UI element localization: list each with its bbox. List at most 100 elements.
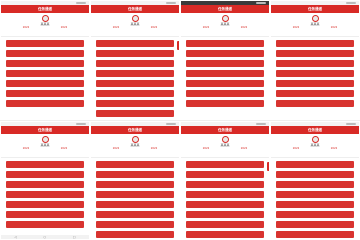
- phone-screen-7: 任务通道 某某某 2022 2022: [181, 122, 269, 239]
- task-button-1[interactable]: [186, 161, 264, 168]
- user-info-panel: 某某某 2022 2022: [181, 15, 269, 37]
- task-button-6[interactable]: [96, 90, 174, 97]
- task-button-3[interactable]: [276, 181, 354, 188]
- task-button-6[interactable]: [186, 90, 264, 97]
- task-button-1[interactable]: [186, 40, 264, 47]
- page-title: 任务通道: [308, 128, 322, 132]
- stats-row: 2022 2022: [91, 26, 179, 29]
- task-button-4[interactable]: [186, 191, 264, 198]
- task-button-5[interactable]: [186, 80, 264, 87]
- stats-row: 2022 2022: [181, 147, 269, 150]
- task-button-7[interactable]: [96, 221, 174, 228]
- task-button-8[interactable]: [96, 231, 174, 238]
- task-button-3[interactable]: [276, 60, 354, 67]
- task-button-1[interactable]: [276, 161, 354, 168]
- task-button-6[interactable]: [96, 211, 174, 218]
- task-button-4[interactable]: [6, 191, 84, 198]
- task-button-6[interactable]: [186, 211, 264, 218]
- task-button-6[interactable]: [6, 211, 84, 218]
- task-button-5[interactable]: [276, 201, 354, 208]
- avatar[interactable]: [131, 136, 139, 143]
- stat-left: 2022: [112, 147, 120, 150]
- task-button-7[interactable]: [186, 221, 264, 228]
- side-tab[interactable]: [177, 41, 179, 50]
- user-info-panel: 某某某 2022 2022: [1, 15, 89, 37]
- stat-left: 2022: [22, 26, 30, 29]
- task-button-4[interactable]: [276, 191, 354, 198]
- task-button-6[interactable]: [276, 211, 354, 218]
- top-bar: 任务通道: [181, 126, 269, 134]
- avatar[interactable]: [41, 15, 49, 22]
- avatar[interactable]: [131, 15, 139, 22]
- task-button-4[interactable]: [96, 70, 174, 77]
- task-button-2[interactable]: [96, 50, 174, 57]
- task-button-2[interactable]: [276, 50, 354, 57]
- page-title: 任务通道: [128, 7, 142, 11]
- task-button-3[interactable]: [96, 60, 174, 67]
- task-button-2[interactable]: [186, 171, 264, 178]
- task-button-8[interactable]: [276, 231, 354, 238]
- home-icon[interactable]: ○: [43, 235, 46, 239]
- task-button-7[interactable]: [6, 221, 84, 228]
- avatar[interactable]: [221, 136, 229, 143]
- avatar[interactable]: [221, 15, 229, 22]
- task-button-3[interactable]: [6, 60, 84, 67]
- task-button-6[interactable]: [276, 90, 354, 97]
- task-button-7[interactable]: [96, 100, 174, 107]
- stat-right: 2022: [330, 26, 338, 29]
- recent-apps-icon[interactable]: □: [73, 235, 76, 239]
- user-info-panel: 某某某 2022 2022: [181, 136, 269, 158]
- task-button-2[interactable]: [6, 50, 84, 57]
- task-button-4[interactable]: [276, 70, 354, 77]
- avatar[interactable]: [311, 15, 319, 22]
- task-button-2[interactable]: [186, 50, 264, 57]
- task-button-5[interactable]: [276, 80, 354, 87]
- task-button-8[interactable]: [186, 231, 264, 238]
- task-button-5[interactable]: [6, 201, 84, 208]
- task-button-7[interactable]: [186, 100, 264, 107]
- stat-left: 2022: [202, 26, 210, 29]
- task-button-1[interactable]: [6, 40, 84, 47]
- task-button-2[interactable]: [6, 171, 84, 178]
- stats-row: 2022 2022: [91, 147, 179, 150]
- stat-left: 2022: [292, 26, 300, 29]
- task-button-4[interactable]: [6, 70, 84, 77]
- task-button-3[interactable]: [186, 60, 264, 67]
- task-button-3[interactable]: [96, 181, 174, 188]
- task-button-4[interactable]: [186, 70, 264, 77]
- user-info-panel: 某某某 2022 2022: [1, 136, 89, 158]
- task-button-3[interactable]: [186, 181, 264, 188]
- top-bar: 任务通道: [91, 5, 179, 13]
- task-button-1[interactable]: [96, 161, 174, 168]
- status-icons: [256, 123, 266, 125]
- task-button-4[interactable]: [96, 191, 174, 198]
- avatar[interactable]: [311, 136, 319, 143]
- task-button-1[interactable]: [96, 40, 174, 47]
- task-button-3[interactable]: [6, 181, 84, 188]
- phone-screen-6: 任务通道 某某某 2022 2022: [91, 122, 179, 239]
- task-button-6[interactable]: [6, 90, 84, 97]
- task-button-5[interactable]: [96, 80, 174, 87]
- task-button-2[interactable]: [96, 171, 174, 178]
- stat-right: 2022: [60, 147, 68, 150]
- task-button-7[interactable]: [276, 221, 354, 228]
- stat-left: 2022: [292, 147, 300, 150]
- task-button-1[interactable]: [276, 40, 354, 47]
- task-button-5[interactable]: [6, 80, 84, 87]
- task-button-2[interactable]: [276, 171, 354, 178]
- task-button-7[interactable]: [6, 100, 84, 107]
- android-nav-bar: ◁ ○ □: [1, 235, 89, 239]
- row-divider: [0, 119, 360, 121]
- side-tab[interactable]: [267, 162, 269, 171]
- task-menu: [91, 158, 179, 238]
- stat-right: 2022: [150, 26, 158, 29]
- task-button-1[interactable]: [6, 161, 84, 168]
- task-button-8[interactable]: [96, 110, 174, 117]
- task-button-5[interactable]: [186, 201, 264, 208]
- avatar[interactable]: [41, 136, 49, 143]
- task-button-5[interactable]: [96, 201, 174, 208]
- task-button-7[interactable]: [276, 100, 354, 107]
- back-icon[interactable]: ◁: [14, 235, 16, 239]
- page-title: 任务通道: [308, 7, 322, 11]
- task-menu: [91, 37, 179, 117]
